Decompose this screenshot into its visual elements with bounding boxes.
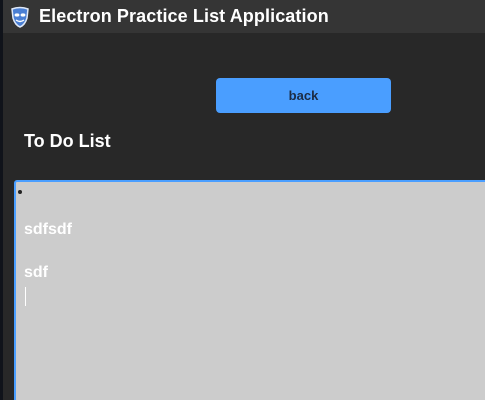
text-caret (25, 287, 26, 306)
bullet-icon (18, 190, 22, 194)
todo-list-editor[interactable]: sdfsdf sdf (14, 180, 485, 400)
title-bar[interactable]: Electron Practice List Application (3, 0, 485, 33)
page-title: To Do List (24, 131, 111, 151)
back-button[interactable]: back (216, 78, 391, 113)
app-window: Electron Practice List Application back … (3, 0, 485, 400)
window-title: Electron Practice List Application (39, 6, 329, 26)
mask-app-icon (9, 6, 31, 28)
list-item: sdfsdf (24, 221, 72, 238)
list-item: sdf (24, 264, 48, 281)
